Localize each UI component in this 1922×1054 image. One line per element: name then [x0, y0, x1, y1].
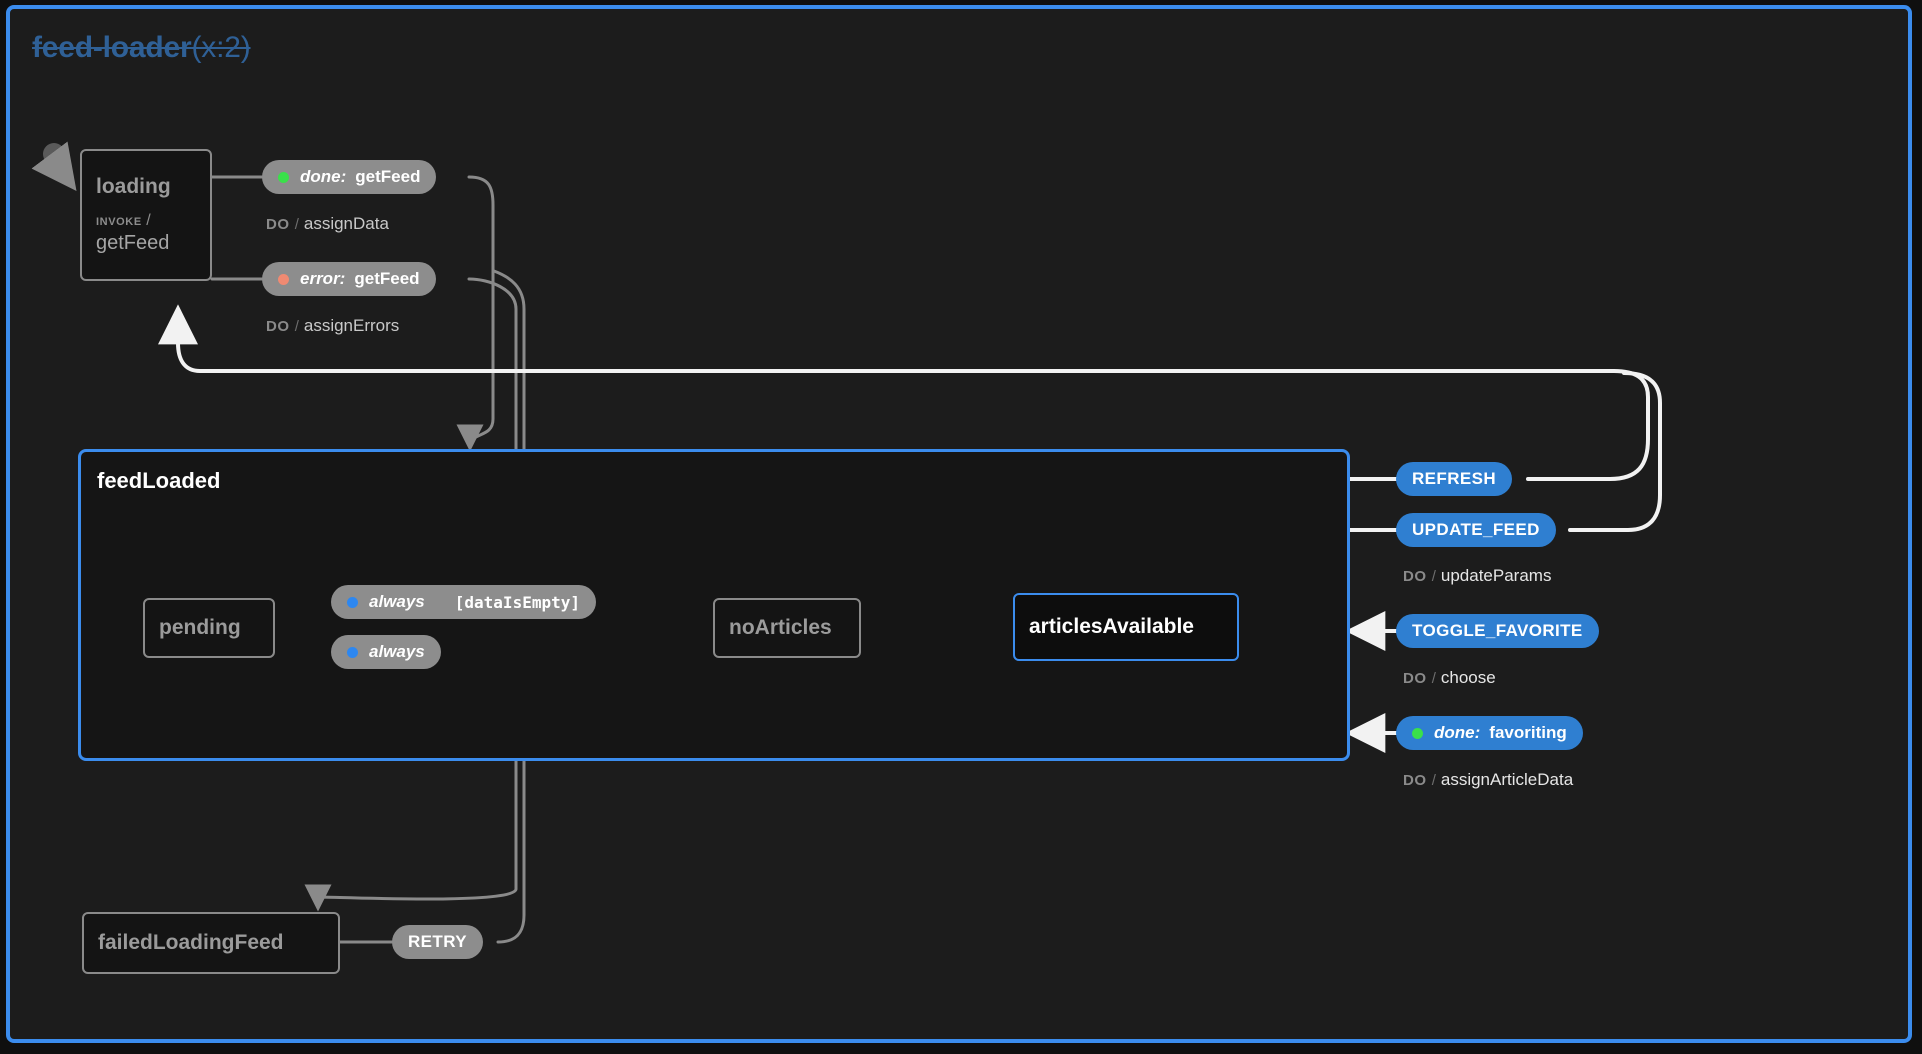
action-value: assignData: [303, 214, 389, 233]
event-guard: [dataIsEmpty]: [454, 592, 580, 612]
always-dot-icon: [347, 596, 358, 608]
state-label-pending: pending: [159, 615, 241, 639]
event-name: RETRY: [408, 932, 467, 951]
event-pill-refresh[interactable]: REFRESH: [1396, 462, 1513, 496]
action-label-assignErrors: DO / assignErrors: [266, 317, 399, 335]
state-label-loading: loading: [96, 175, 171, 199]
always-dot-icon: [347, 646, 358, 658]
done-dot-icon: [278, 171, 289, 183]
event-pill-done-favoriting[interactable]: done: favoriting: [1396, 716, 1583, 750]
action-label-updateParams: DO / updateParams: [1403, 567, 1551, 585]
event-name: done:: [300, 167, 347, 186]
action-keyword: DO: [266, 216, 290, 233]
action-label-assignArticleData: DO / assignArticleData: [1403, 771, 1573, 789]
state-label-noArticles: noArticles: [729, 615, 832, 639]
event-name: done:: [1434, 723, 1481, 742]
event-pill-toggle-favorite[interactable]: TOGGLE_FAVORITE: [1396, 614, 1599, 648]
state-node-failedLoadingFeed[interactable]: failedLoadingFeed: [82, 912, 340, 974]
event-target: getFeed: [355, 167, 421, 186]
state-label-articlesAvailable: articlesAvailable: [1029, 614, 1194, 638]
state-node-loading[interactable]: loading INVOKE / getFeed: [80, 149, 212, 281]
state-node-articlesAvailable[interactable]: articlesAvailable: [1013, 593, 1239, 661]
event-target: favoriting: [1489, 723, 1567, 742]
event-name: error:: [300, 269, 346, 288]
event-name: always: [369, 592, 425, 611]
action-slash: /: [1431, 568, 1436, 585]
machine-title-name: feed-loader: [32, 31, 192, 64]
event-name: always: [369, 642, 425, 661]
statechart-machine-frame[interactable]: feed-loader(x:2) loading invoke / getFee…: [6, 5, 1912, 1043]
action-keyword: DO: [1403, 772, 1427, 789]
state-node-pending[interactable]: pending: [143, 598, 275, 658]
event-pill-update-feed[interactable]: UPDATE_FEED: [1396, 513, 1556, 547]
machine-context-badge: (x:2): [191, 31, 251, 64]
error-dot-icon: [278, 273, 289, 285]
action-label-choose: DO / choose: [1403, 669, 1496, 687]
machine-title[interactable]: feed-loader(x:2): [32, 31, 251, 65]
event-name: UPDATE_FEED: [1412, 520, 1540, 539]
action-keyword: DO: [266, 318, 290, 335]
state-label-feedLoaded: feedLoaded: [97, 468, 221, 493]
event-target: getFeed: [354, 269, 420, 288]
state-node-noArticles[interactable]: noArticles: [713, 598, 861, 658]
action-value: updateParams: [1440, 566, 1552, 585]
event-pill-always[interactable]: always: [331, 635, 441, 669]
action-slash: /: [1431, 772, 1436, 789]
invoke-keyword: INVOKE: [96, 212, 142, 230]
event-pill-retry[interactable]: RETRY: [392, 925, 483, 959]
action-value: choose: [1440, 668, 1496, 687]
action-keyword: DO: [1403, 670, 1427, 687]
event-pill-done-getFeed[interactable]: done: getFeed: [262, 160, 437, 194]
action-value: assignArticleData: [1440, 770, 1574, 789]
state-node-feedLoaded[interactable]: feedLoaded pending noArticles articlesAv…: [78, 449, 1350, 761]
event-name: TOGGLE_FAVORITE: [1412, 621, 1583, 640]
action-value: assignErrors: [303, 316, 400, 335]
state-label-failedLoadingFeed: failedLoadingFeed: [98, 930, 284, 954]
event-pill-always-dataIsEmpty[interactable]: always [dataIsEmpty]: [331, 585, 596, 619]
action-slash: /: [294, 216, 299, 233]
action-keyword: DO: [1403, 568, 1427, 585]
action-slash: /: [1431, 670, 1436, 687]
action-slash: /: [294, 318, 299, 335]
action-label-assignData: DO / assignData: [266, 215, 389, 233]
invoke-slash: /: [146, 212, 151, 230]
done-dot-icon: [1412, 727, 1423, 739]
event-name: REFRESH: [1412, 469, 1497, 488]
event-pill-error-getFeed[interactable]: error: getFeed: [262, 262, 436, 296]
invoke-source: getFeed: [96, 231, 170, 254]
invoke-block-loading: INVOKE / getFeed: [96, 211, 196, 254]
